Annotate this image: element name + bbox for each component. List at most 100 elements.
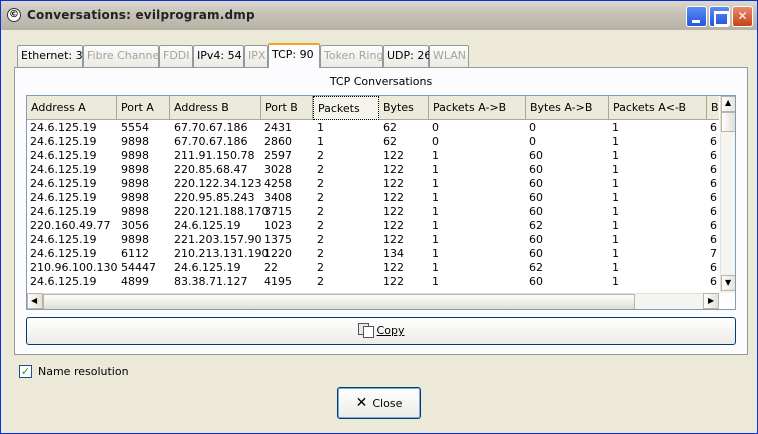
column-header-port-a[interactable]: Port A bbox=[117, 96, 170, 120]
cell-packets-a-to-b: 1 bbox=[432, 163, 439, 176]
tab-token-ring[interactable]: Token Ring bbox=[320, 45, 383, 67]
cell-address-b: 67.70.67.186 bbox=[174, 135, 248, 148]
cell-bytes-a-to-b: 60 bbox=[529, 233, 543, 246]
cell-packets: 2 bbox=[317, 219, 324, 232]
copy-button[interactable]: Copy bbox=[26, 317, 736, 345]
cell-address-b: 221.203.157.90 bbox=[174, 233, 262, 246]
cell-bytes: 122 bbox=[383, 219, 404, 232]
conversations-table[interactable]: Address A Port A Address B Port B Packet… bbox=[26, 95, 736, 310]
cell-packets-a-from-b: 1 bbox=[612, 149, 619, 162]
horizontal-scroll-thumb[interactable] bbox=[43, 294, 635, 309]
table-row[interactable]: 24.6.125.19 9898 221.203.157.90 1375 2 122 1 60… bbox=[27, 233, 719, 247]
cell-port-a: 54447 bbox=[121, 261, 156, 274]
table-row[interactable]: 24.6.125.19 9898 220.122.34.123 4258 2 122 1 60… bbox=[27, 177, 719, 191]
cell-packets-a-from-b: 1 bbox=[612, 135, 619, 148]
vertical-scroll-thumb[interactable] bbox=[721, 112, 735, 132]
cell-port-a: 9898 bbox=[121, 233, 149, 246]
column-header-bytes[interactable]: Bytes bbox=[379, 96, 429, 120]
scroll-down-button[interactable]: ▼ bbox=[721, 275, 735, 291]
cell-packets-a-from-b: 1 bbox=[612, 163, 619, 176]
scroll-left-button[interactable]: ◀ bbox=[27, 293, 43, 309]
table-row[interactable]: 24.6.125.19 4899 83.38.71.127 4195 2 122 1 60 1 6 bbox=[27, 275, 719, 289]
scroll-right-button[interactable]: ▶ bbox=[703, 293, 719, 309]
maximize-button[interactable] bbox=[709, 6, 730, 27]
cell-packets-a-to-b: 1 bbox=[432, 205, 439, 218]
column-header-bytes-a-to-b[interactable]: Bytes A->B bbox=[526, 96, 609, 120]
cell-bytes: 134 bbox=[383, 247, 404, 260]
cell-port-a: 9898 bbox=[121, 191, 149, 204]
title-bar[interactable]: © Conversations: evilprogram.dmp ✕ bbox=[1, 1, 757, 30]
minimize-button[interactable] bbox=[686, 6, 707, 27]
cell-bytes-a-from-b: 7 bbox=[710, 247, 717, 260]
cell-packets: 2 bbox=[317, 261, 324, 274]
name-resolution-checkbox[interactable]: ✓ bbox=[19, 365, 32, 378]
tab-udp[interactable]: UDP: 26 bbox=[383, 45, 431, 67]
cell-packets: 1 bbox=[317, 135, 324, 148]
tab-fddi[interactable]: FDDI bbox=[159, 45, 193, 67]
tab-wlan[interactable]: WLAN bbox=[429, 45, 469, 67]
close-window-button[interactable]: ✕ bbox=[732, 6, 753, 27]
panel-title: TCP Conversations bbox=[329, 75, 433, 88]
cell-port-a: 9898 bbox=[121, 135, 149, 148]
cell-bytes-a-to-b: 60 bbox=[529, 149, 543, 162]
cell-address-b: 83.38.71.127 bbox=[174, 275, 248, 288]
column-header-packets-a-from-b[interactable]: Packets A<-B bbox=[609, 96, 707, 120]
column-header-address-a[interactable]: Address A bbox=[27, 96, 117, 120]
cell-port-b: 4258 bbox=[264, 177, 292, 190]
cell-address-b: 24.6.125.19 bbox=[174, 261, 241, 274]
column-header-address-b[interactable]: Address B bbox=[170, 96, 261, 120]
tab-ipx[interactable]: IPX bbox=[244, 45, 268, 67]
cell-address-b: 211.91.150.78 bbox=[174, 149, 255, 162]
table-row[interactable]: 220.160.49.77 3056 24.6.125.19 1023 2 122 1 62 1… bbox=[27, 219, 719, 233]
cell-bytes: 122 bbox=[383, 191, 404, 204]
app-icon[interactable]: © bbox=[7, 8, 21, 22]
cell-packets-a-to-b: 1 bbox=[432, 191, 439, 204]
name-resolution-label[interactable]: Name resolution bbox=[38, 365, 129, 378]
cell-address-b: 220.95.85.243 bbox=[174, 191, 255, 204]
cell-address-a: 24.6.125.19 bbox=[30, 275, 97, 288]
table-row[interactable]: 24.6.125.19 9898 220.85.68.47 3028 2 122 1 60 1 6 bbox=[27, 163, 719, 177]
copy-button-label: Copy bbox=[376, 324, 405, 337]
table-row[interactable]: 24.6.125.19 9898 211.91.150.78 2597 2 122 1 60 1… bbox=[27, 149, 719, 163]
cell-bytes-a-from-b: 6 bbox=[710, 149, 717, 162]
horizontal-scrollbar[interactable]: ◀ ▶ bbox=[27, 293, 719, 309]
cell-packets-a-from-b: 1 bbox=[612, 261, 619, 274]
tab-ethernet[interactable]: Ethernet: 3 bbox=[17, 45, 83, 67]
table-row[interactable]: 24.6.125.19 6112 210.213.131.190 1220 2 134 1 6… bbox=[27, 247, 719, 261]
column-header-packets[interactable]: Packets bbox=[313, 96, 379, 120]
cell-packets-a-to-b: 1 bbox=[432, 177, 439, 190]
cell-packets-a-from-b: 1 bbox=[612, 121, 619, 134]
cell-packets: 2 bbox=[317, 177, 324, 190]
cell-packets: 2 bbox=[317, 275, 324, 288]
column-header-packets-a-to-b[interactable]: Packets A->B bbox=[429, 96, 526, 120]
tab-fibre-channel[interactable]: Fibre Channel bbox=[83, 45, 162, 67]
column-header-bytes-a-from-b[interactable]: B bbox=[707, 96, 719, 120]
tcp-tab-panel: TCP Conversations Address A Port A Addre… bbox=[14, 67, 748, 355]
cell-address-b: 220.85.68.47 bbox=[174, 163, 248, 176]
cell-bytes-a-from-b: 6 bbox=[710, 135, 717, 148]
cell-address-a: 24.6.125.19 bbox=[30, 135, 97, 148]
table-header: Address A Port A Address B Port B Packet… bbox=[27, 96, 719, 120]
table-row[interactable]: 24.6.125.19 9898 220.121.188.170 3715 2 122 1 6… bbox=[27, 205, 719, 219]
cell-bytes: 122 bbox=[383, 149, 404, 162]
cell-packets: 2 bbox=[317, 149, 324, 162]
cell-address-b: 220.122.34.123 bbox=[174, 177, 262, 190]
table-row[interactable]: 210.96.100.130 54447 24.6.125.19 22 2 122 1 62 1… bbox=[27, 261, 719, 275]
close-button-label: Close bbox=[372, 397, 403, 410]
column-header-port-b[interactable]: Port B bbox=[261, 96, 313, 120]
close-icon: ✕ bbox=[355, 395, 368, 411]
cell-address-a: 24.6.125.19 bbox=[30, 205, 97, 218]
table-row[interactable]: 24.6.125.19 9898 220.95.85.243 3408 2 122 1 60 1… bbox=[27, 191, 719, 205]
tab-ipv4[interactable]: IPv4: 54 bbox=[193, 45, 244, 67]
right-arrow-icon: ▶ bbox=[708, 296, 715, 305]
scroll-up-button[interactable]: ▲ bbox=[721, 96, 735, 112]
tab-tcp[interactable]: TCP: 90 bbox=[268, 43, 320, 68]
cell-port-b: 2860 bbox=[264, 135, 292, 148]
cell-bytes: 122 bbox=[383, 177, 404, 190]
cell-bytes-a-from-b: 6 bbox=[710, 191, 717, 204]
table-row[interactable]: 24.6.125.19 9898 67.70.67.186 2860 1 62 0 0 1 6 bbox=[27, 135, 719, 149]
cell-packets: 1 bbox=[317, 121, 324, 134]
close-button[interactable]: ✕ Close bbox=[337, 387, 421, 419]
vertical-scrollbar[interactable]: ▲ ▼ bbox=[720, 96, 735, 293]
table-row[interactable]: 24.6.125.19 5554 67.70.67.186 2431 1 62 0 0 1 6 bbox=[27, 121, 719, 135]
